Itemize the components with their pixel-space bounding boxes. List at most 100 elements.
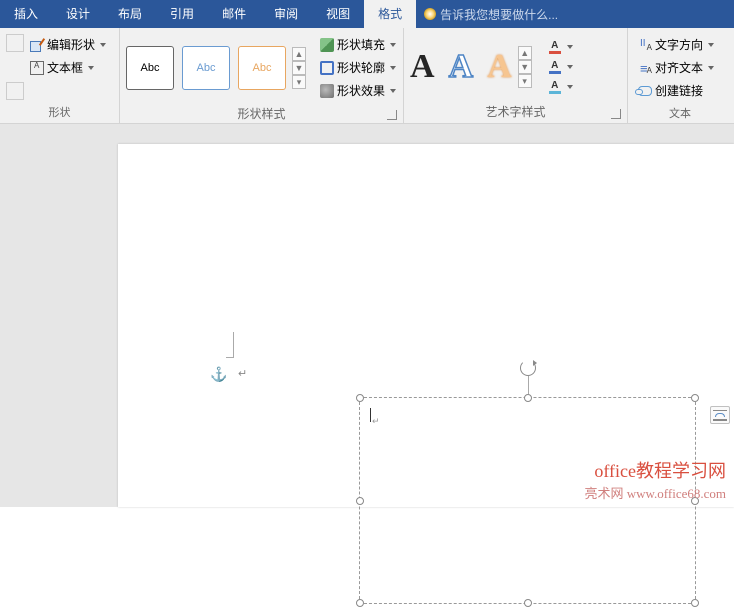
shape-gallery-item[interactable] [6,82,24,100]
group-wordart-styles: A A A ▲ ▼ ▾ 艺术字样式 [404,28,628,123]
paragraph-mark: ↵ [238,367,247,380]
text-outline-icon [548,60,562,74]
lightbulb-icon [424,8,436,20]
gallery-up-icon[interactable]: ▲ [292,47,306,61]
shape-effects-button[interactable]: 形状效果 [316,80,400,101]
gallery-more-icon[interactable]: ▾ [292,75,306,89]
chevron-down-icon [390,89,396,93]
arc-icon [715,413,725,417]
edit-shape-icon [30,38,44,52]
text-box-label: 文本框 [47,59,83,76]
chevron-down-icon [708,43,714,47]
ribbon-tabs: 插入 设计 布局 引用 邮件 审阅 视图 格式 告诉我您想要做什么... [0,0,734,28]
group-text: 文字方向 对齐文本 创建链接 文本 [628,28,732,123]
wordart-style-2[interactable]: A [449,50,474,84]
tab-view[interactable]: 视图 [312,0,364,28]
tab-layout[interactable]: 布局 [104,0,156,28]
align-text-button[interactable]: 对齐文本 [634,57,718,78]
shape-style-1[interactable]: Abc [126,46,174,90]
gallery-nav: ▲ ▼ ▾ [292,47,306,89]
gallery-up-icon[interactable]: ▲ [518,46,532,60]
resize-handle-t[interactable] [524,394,532,402]
text-cursor [370,408,371,422]
shape-fill-label: 形状填充 [337,36,385,53]
tab-design[interactable]: 设计 [52,0,104,28]
text-fill-button[interactable] [544,38,577,56]
watermark-line2: 亮术网 www.office68.com [584,483,726,502]
chevron-down-icon [390,43,396,47]
chevron-down-icon [390,66,396,70]
layout-options-button[interactable] [710,406,730,424]
wordart-buttons [544,38,577,96]
wordart-gallery: A A A [410,50,512,84]
align-text-label: 对齐文本 [655,59,703,76]
fill-icon [320,38,334,52]
tab-references[interactable]: 引用 [156,0,208,28]
shape-effects-label: 形状效果 [337,82,385,99]
tab-mailings[interactable]: 邮件 [208,0,260,28]
gallery-down-icon[interactable]: ▼ [292,61,306,75]
edit-shape-label: 编辑形状 [47,36,95,53]
chevron-down-icon [567,85,573,89]
line-icon [713,419,727,421]
resize-handle-tr[interactable] [691,394,699,402]
shape-format-buttons: 形状填充 形状轮廓 形状效果 [316,34,400,101]
anchor-icon: ⚓ [210,366,227,383]
text-buttons: 文字方向 对齐文本 创建链接 [634,34,718,101]
text-direction-label: 文字方向 [655,36,703,53]
text-direction-icon [638,38,652,52]
resize-handle-tl[interactable] [356,394,364,402]
gallery-down-icon[interactable]: ▼ [518,60,532,74]
text-box-button[interactable]: 文本框 [26,57,110,78]
tab-format[interactable]: 格式 [364,0,416,28]
text-fill-icon [548,40,562,54]
ribbon: 编辑形状 文本框 形状 Abc Abc Abc [0,28,734,124]
chevron-down-icon [567,65,573,69]
gallery-more-icon[interactable]: ▾ [518,74,532,88]
wordart-style-3[interactable]: A [487,50,512,84]
text-effects-icon [548,80,562,94]
group-shape-styles: Abc Abc Abc ▲ ▼ ▾ 形状填充 形状轮廓 [120,28,404,123]
text-outline-button[interactable] [544,58,577,76]
textbox-icon [30,61,44,75]
dialog-launcher-icon[interactable] [387,110,397,120]
link-icon [638,86,652,96]
chevron-down-icon [88,66,94,70]
dialog-launcher-icon[interactable] [611,109,621,119]
shape-style-2[interactable]: Abc [182,46,230,90]
gallery-nav: ▲ ▼ ▾ [518,46,532,88]
edit-shape-button[interactable]: 编辑形状 [26,34,110,55]
shape-gallery-item[interactable] [6,34,24,52]
wordart-style-1[interactable]: A [410,50,435,84]
text-direction-button[interactable]: 文字方向 [634,34,718,55]
shape-style-gallery: Abc Abc Abc [126,46,286,90]
resize-handle-br[interactable] [691,599,699,607]
tell-me-placeholder: 告诉我您想要做什么... [440,6,558,23]
resize-handle-l[interactable] [356,497,364,505]
chevron-down-icon [100,43,106,47]
shape-outline-button[interactable]: 形状轮廓 [316,57,400,78]
paragraph-mark: ↵ [372,416,380,427]
chevron-down-icon [708,66,714,70]
effects-icon [320,84,334,98]
group-label-text: 文本 [632,105,728,121]
group-label-wordart: 艺术字样式 [485,105,545,119]
resize-handle-b[interactable] [524,599,532,607]
text-effects-button[interactable] [544,78,577,96]
tab-review[interactable]: 审阅 [260,0,312,28]
chevron-down-icon [567,45,573,49]
rotate-handle-icon[interactable] [520,360,536,376]
group-label-shape-styles: 形状样式 [237,107,285,121]
margin-corner [226,332,234,358]
line-icon [713,410,727,412]
shape-style-3[interactable]: Abc [238,46,286,90]
tell-me-search[interactable]: 告诉我您想要做什么... [416,6,558,23]
shape-fill-button[interactable]: 形状填充 [316,34,400,55]
create-link-label: 创建链接 [655,82,703,99]
resize-handle-bl[interactable] [356,599,364,607]
group-insert-shapes: 编辑形状 文本框 形状 [0,28,120,123]
document-canvas[interactable]: ⚓ ↵ ↵ office教程学习网 亮术网 www.office68.com [0,124,734,507]
shape-outline-label: 形状轮廓 [337,59,385,76]
create-link-button[interactable]: 创建链接 [634,80,718,101]
tab-insert[interactable]: 插入 [0,0,52,28]
